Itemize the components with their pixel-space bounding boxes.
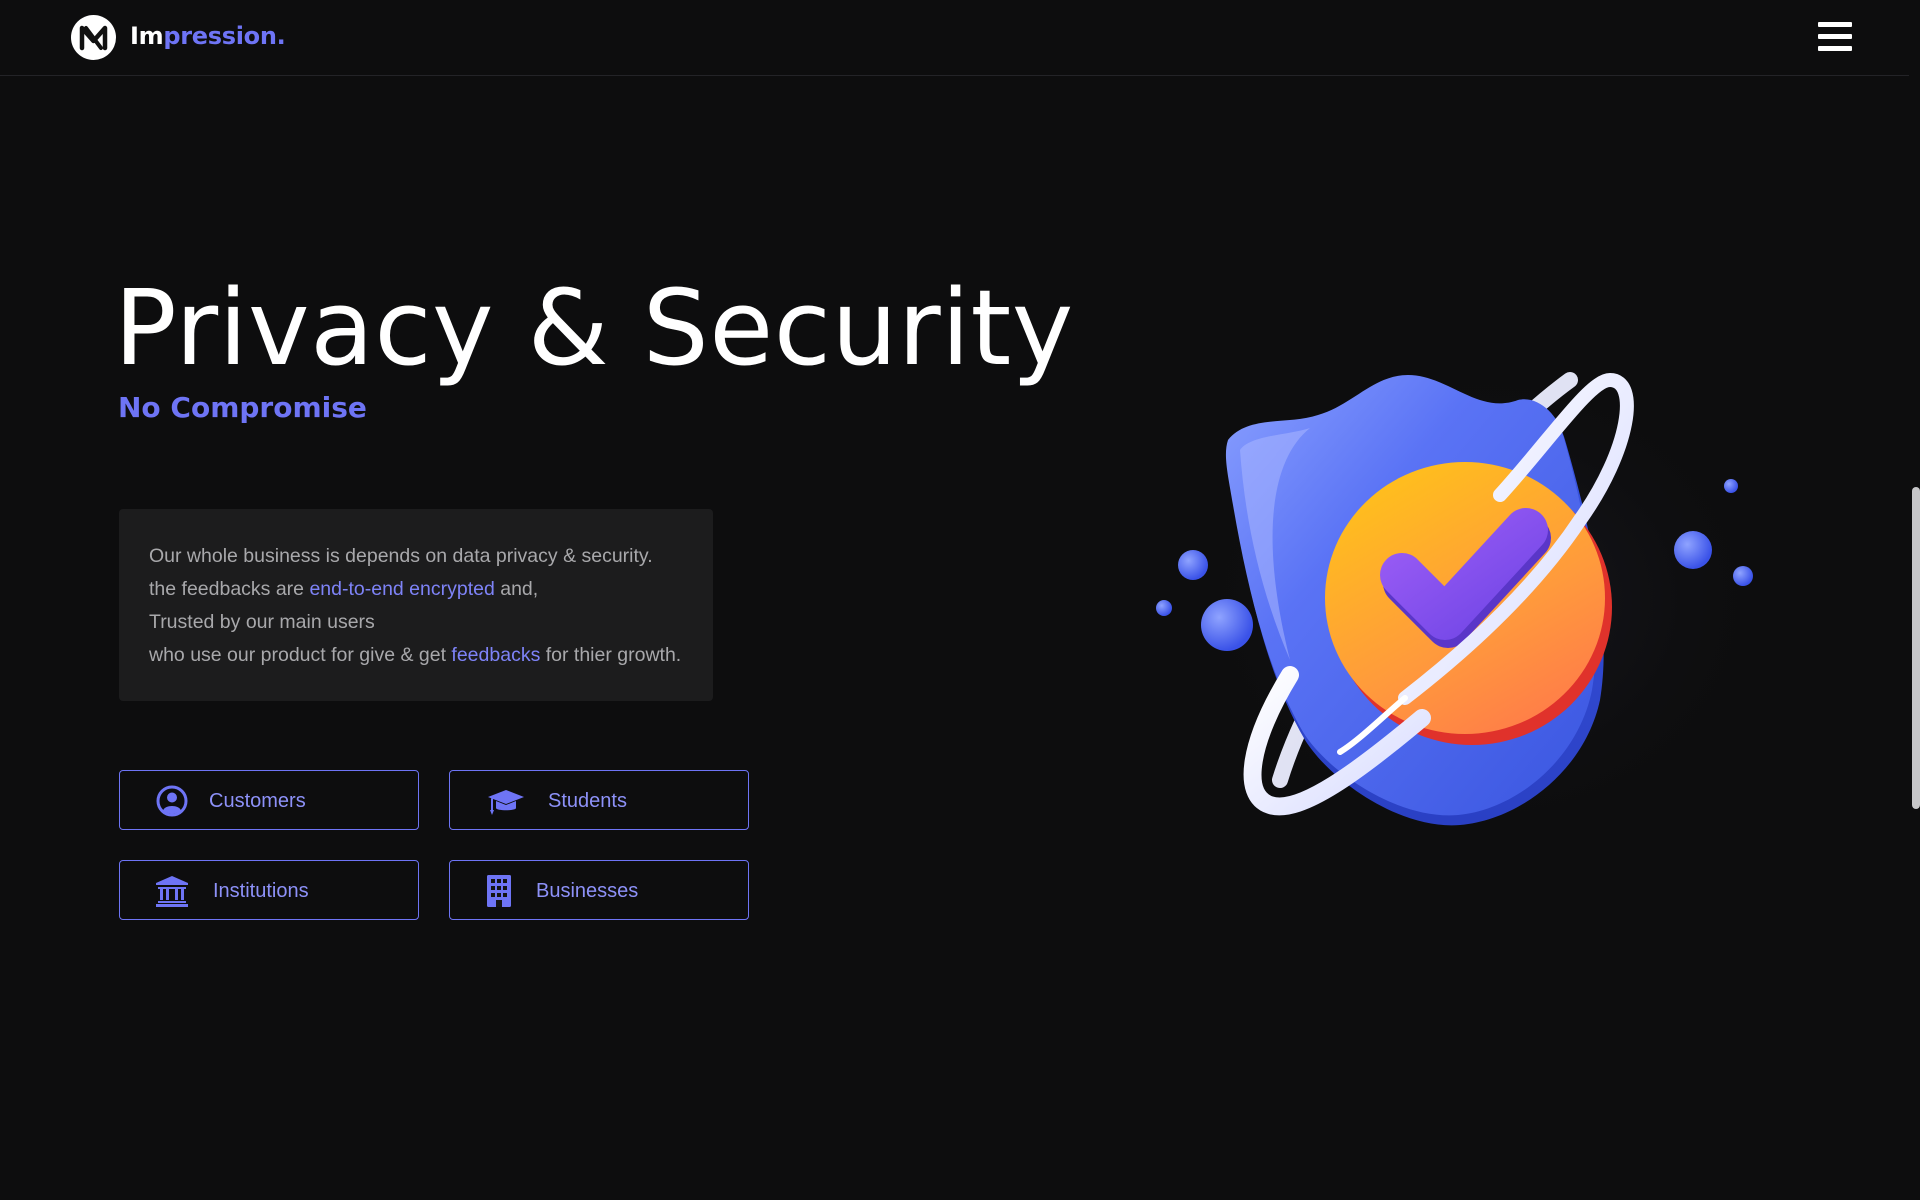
businesses-label: Businesses [536,880,639,902]
description-line: Our whole business is depends on data pr… [149,545,653,567]
description-line: the feedbacks are end-to-end encrypted a… [149,573,683,606]
description-line: who use our product for give & get feedb… [149,639,683,672]
office-building-icon [486,875,512,907]
businesses-button[interactable]: Businesses [449,860,749,920]
top-navbar: Impression. [0,0,1909,76]
brand-name[interactable]: Impression. [130,20,286,52]
user-circle-icon [155,785,189,817]
scrollbar-thumb[interactable] [1912,487,1920,809]
page-title: Privacy & Security [114,267,1074,389]
description-text: and, [494,578,539,600]
bank-building-icon [155,875,189,907]
feedbacks-link[interactable]: feedbacks [451,644,540,666]
monogram-logo-icon[interactable] [71,15,116,60]
students-label: Students [548,790,627,812]
hamburger-menu-icon[interactable] [1818,22,1852,52]
encryption-link[interactable]: end-to-end encrypted [309,578,494,600]
description-line: Trusted by our main users [149,611,375,633]
institutions-label: Institutions [213,880,309,902]
students-button[interactable]: Students [449,770,749,830]
brand-name-part1: Im [130,22,164,50]
customers-button[interactable]: Customers [119,770,419,830]
description-text: for thier growth. [540,644,682,666]
customers-label: Customers [209,790,306,812]
description-card: Our whole business is depends on data pr… [119,509,713,701]
description-text: who use our product for give & get [149,644,452,666]
institutions-button[interactable]: Institutions [119,860,419,920]
page-subtitle: No Compromise [118,391,367,424]
brand-name-part2: pression. [163,22,286,50]
security-shield-check-icon [1140,340,1780,860]
description-text: the feedbacks are [149,578,310,600]
graduation-cap-icon [486,785,526,817]
